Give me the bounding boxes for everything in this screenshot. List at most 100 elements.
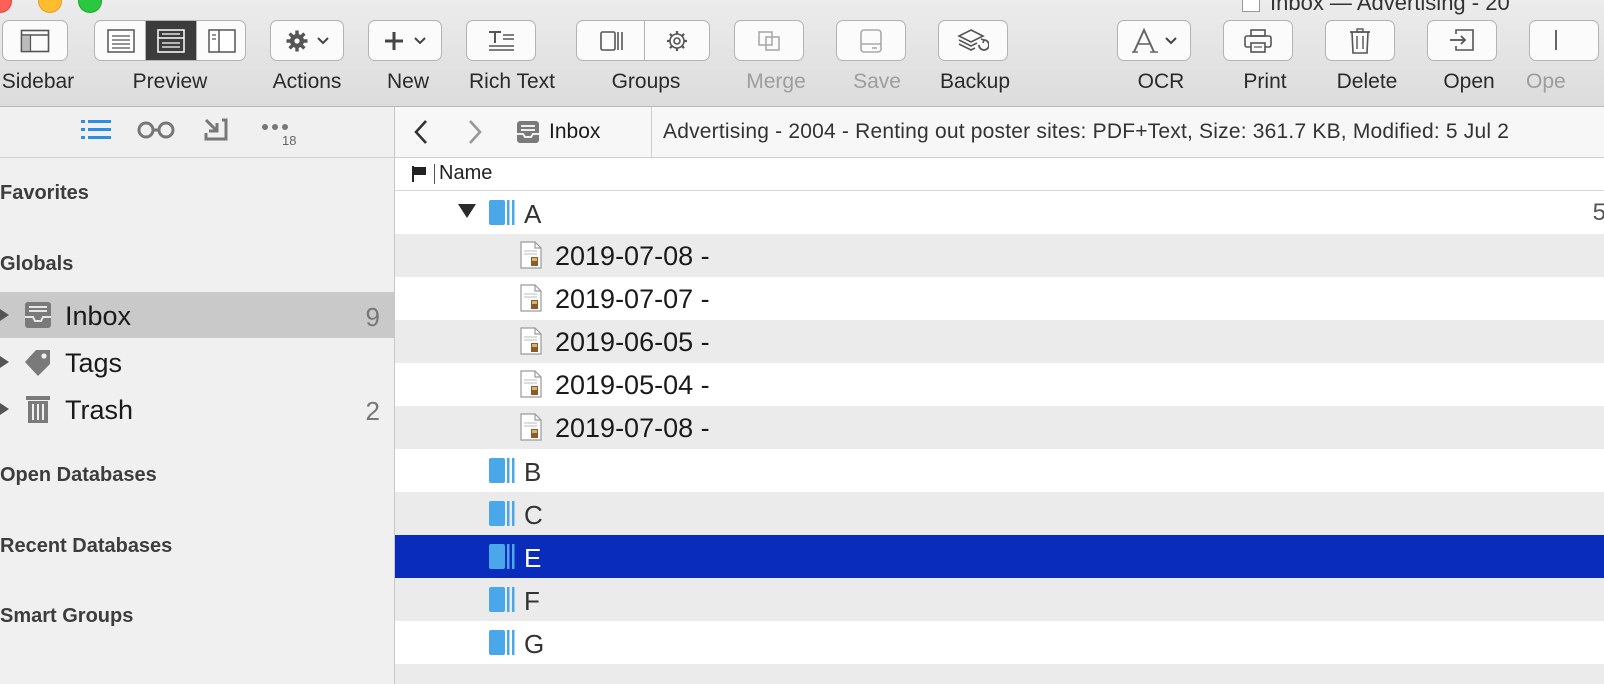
merge-icon: [758, 30, 780, 51]
group-name: C: [524, 500, 543, 530]
forward-chevron-icon[interactable]: [459, 117, 489, 147]
disclosure-triangle[interactable]: [458, 204, 476, 218]
document-name: 2019-06-05 -: [555, 327, 710, 357]
actions-button[interactable]: [270, 20, 344, 61]
backup-layers-icon: [957, 28, 989, 51]
segment-divider: [644, 21, 645, 60]
tab-navigate[interactable]: [80, 117, 112, 147]
column-header: Name: [395, 158, 1604, 191]
document-row[interactable]: 2019-05-04 -: [395, 363, 1604, 406]
plus-icon: [385, 31, 403, 50]
delete-label: Delete: [1336, 70, 1398, 93]
document-row[interactable]: 2019-07-08 -: [395, 234, 1604, 277]
window-title: Inbox — Advertising - 20: [1242, 0, 1510, 15]
save-label: Save: [853, 70, 901, 93]
gear-outline-icon: [667, 31, 687, 51]
tab-import[interactable]: [202, 117, 230, 147]
navbar-divider: [651, 107, 652, 157]
disclosure-triangle[interactable]: [0, 356, 9, 368]
group-icon: [489, 630, 515, 655]
group-name: B: [524, 457, 542, 487]
document-row[interactable]: 2019-07-08 -: [395, 406, 1604, 449]
disclosure-triangle[interactable]: [0, 309, 9, 321]
recent-databases-heading[interactable]: Recent Databases: [0, 535, 172, 558]
minimize-window-button[interactable]: [38, 0, 62, 13]
backup-button[interactable]: [938, 20, 1008, 61]
document-name: 2019-07-07 -: [555, 284, 710, 314]
sidebar-button[interactable]: [2, 20, 68, 61]
item-count: 5: [1592, 199, 1604, 226]
group-row-g[interactable]: G: [395, 621, 1604, 664]
group-row-a[interactable]: A 5: [395, 191, 1604, 234]
delete-button[interactable]: [1325, 20, 1395, 61]
ocr-button[interactable]: [1117, 20, 1191, 61]
save-button[interactable]: [836, 20, 906, 61]
segment-divider: [196, 21, 197, 60]
back-chevron-icon[interactable]: [407, 117, 437, 147]
sidebar-label: Sidebar: [1, 70, 75, 93]
group-row-e[interactable]: E: [395, 535, 1604, 578]
tab-more[interactable]: 18: [260, 117, 304, 148]
navigation-bar: Inbox Advertising - 2004 - Renting out p…: [395, 107, 1604, 158]
location-popup[interactable]: Inbox: [515, 115, 600, 149]
group-icon: [489, 544, 515, 569]
zoom-window-button[interactable]: [78, 0, 102, 13]
open-with-label: Ope: [1526, 70, 1566, 93]
open-with-icon: [1555, 29, 1557, 50]
tag-icon: [25, 350, 50, 376]
sidebar-item-label: Trash: [65, 395, 134, 425]
segment-divider: [145, 21, 146, 60]
group-name: G: [524, 629, 545, 659]
open-databases-heading[interactable]: Open Databases: [0, 464, 157, 487]
tab-inspect[interactable]: [136, 117, 176, 147]
open-button[interactable]: [1427, 20, 1497, 61]
group-icon: [489, 501, 515, 526]
name-column-header[interactable]: Name: [433, 162, 492, 185]
column-view-icon: [600, 31, 623, 51]
preview-side-button[interactable]: [208, 29, 236, 58]
groups-settings-button[interactable]: [665, 29, 689, 58]
document-icon: [1242, 0, 1260, 12]
group-icon: [489, 458, 515, 483]
document-name: 2019-07-08 -: [555, 241, 710, 271]
new-button[interactable]: [368, 20, 442, 61]
location-label: Inbox: [549, 120, 601, 143]
open-with-button[interactable]: [1529, 20, 1599, 61]
document-row[interactable]: 2019-07-07 -: [395, 277, 1604, 320]
rich-text-button[interactable]: [466, 20, 536, 61]
document-row[interactable]: 2019-06-05 -: [395, 320, 1604, 363]
inbox-tray-icon: [25, 302, 51, 328]
sidebar-item-inbox[interactable]: Inbox 9: [0, 292, 394, 338]
flag-icon[interactable]: [411, 165, 429, 183]
merge-button[interactable]: [734, 20, 804, 61]
favorites-heading[interactable]: Favorites: [0, 182, 89, 205]
globals-heading[interactable]: Globals: [0, 253, 73, 276]
sidebar-item-trash[interactable]: Trash 2: [0, 386, 394, 432]
list-filler-row: [395, 664, 1604, 684]
close-window-button[interactable]: [0, 0, 12, 13]
sidebar-tabs: 18: [0, 107, 394, 158]
group-icon: [489, 587, 515, 612]
printer-icon: [1244, 28, 1272, 53]
sidebar: 18 Favorites Globals Inbox 9 Tags Trash …: [0, 107, 395, 684]
group-row-b[interactable]: B: [395, 449, 1604, 492]
group-row-c[interactable]: C: [395, 492, 1604, 535]
chevron-down-icon: [1165, 36, 1177, 44]
merge-label: Merge: [746, 70, 806, 93]
disclosure-triangle[interactable]: [0, 403, 9, 415]
ocr-text-icon: [1132, 27, 1158, 53]
groups-view-button[interactable]: [599, 29, 625, 58]
more-badge: 18: [282, 133, 297, 148]
trash-icon: [1350, 27, 1370, 54]
backup-label: Backup: [939, 70, 1011, 93]
smart-groups-heading[interactable]: Smart Groups: [0, 605, 133, 628]
pdf-document-icon: [520, 241, 542, 269]
group-name: F: [524, 586, 540, 616]
sidebar-item-tags[interactable]: Tags: [0, 339, 394, 385]
group-row-f[interactable]: F: [395, 578, 1604, 621]
sidebar-item-label: Inbox: [65, 301, 132, 331]
print-button[interactable]: [1223, 20, 1293, 61]
preview-bottom-button[interactable]: [157, 29, 185, 58]
window-title-text: Inbox — Advertising - 20: [1270, 0, 1510, 15]
preview-none-button[interactable]: [107, 29, 135, 58]
